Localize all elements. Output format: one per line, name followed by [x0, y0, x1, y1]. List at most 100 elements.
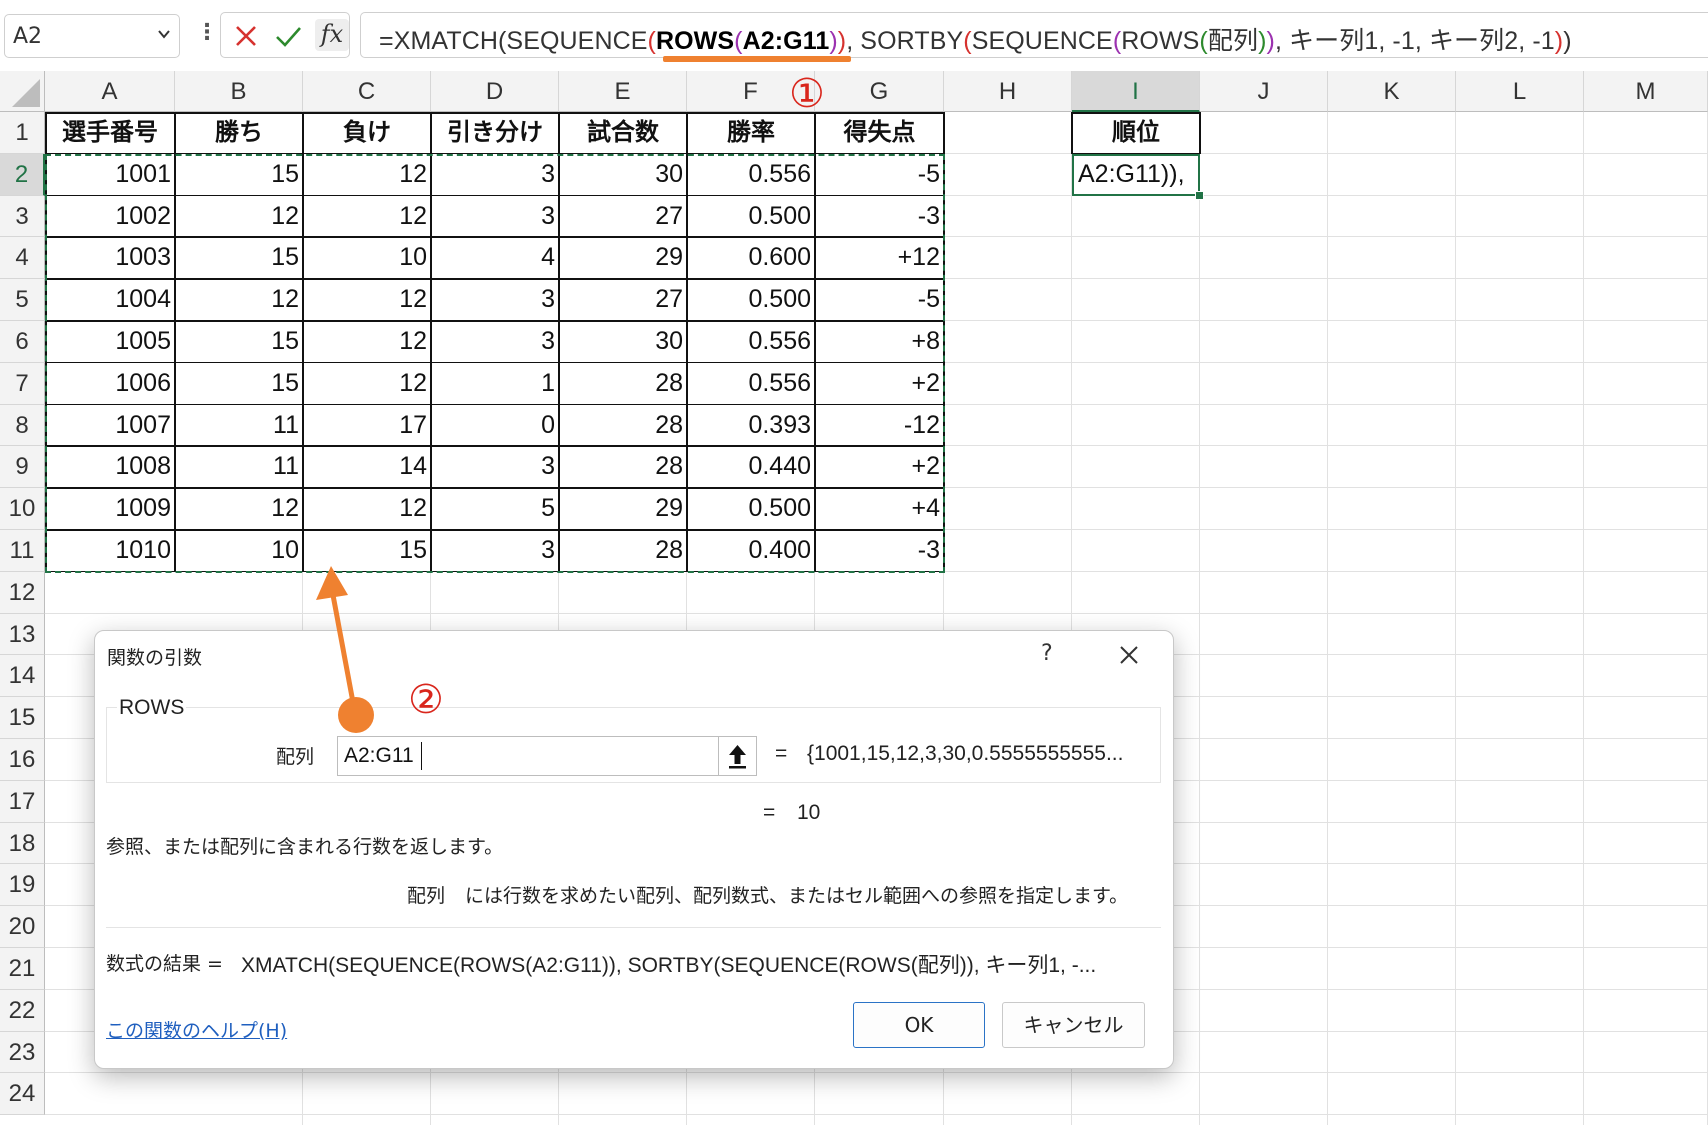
table-cell[interactable]: 28: [559, 405, 687, 447]
table-cell[interactable]: -3: [815, 196, 944, 238]
table-cell[interactable]: 12: [303, 154, 431, 196]
table-cell[interactable]: 1008: [45, 446, 175, 488]
table-cell[interactable]: 0: [431, 405, 559, 447]
rank-header-cell[interactable]: 順位: [1072, 112, 1200, 154]
table-header-cell[interactable]: 得失点: [815, 112, 944, 154]
row-header-24[interactable]: 24: [0, 1073, 45, 1116]
column-header-h[interactable]: H: [944, 71, 1072, 112]
table-cell[interactable]: 0.400: [687, 530, 815, 572]
table-cell[interactable]: 14: [303, 446, 431, 488]
table-cell[interactable]: 3: [431, 154, 559, 196]
table-cell[interactable]: 1001: [45, 154, 175, 196]
table-cell[interactable]: 0.393: [687, 405, 815, 447]
table-cell[interactable]: 0.500: [687, 279, 815, 321]
table-cell[interactable]: 1: [431, 363, 559, 405]
row-header-1[interactable]: 1: [0, 112, 45, 154]
table-cell[interactable]: 0.440: [687, 446, 815, 488]
table-cell[interactable]: 30: [559, 154, 687, 196]
table-header-cell[interactable]: 試合数: [559, 112, 687, 154]
table-cell[interactable]: -3: [815, 530, 944, 572]
column-header-c[interactable]: C: [303, 71, 431, 112]
row-header-22[interactable]: 22: [0, 989, 45, 1032]
row-header-6[interactable]: 6: [0, 321, 45, 363]
table-cell[interactable]: -5: [815, 279, 944, 321]
table-header-cell[interactable]: 勝ち: [175, 112, 303, 154]
enter-check-icon[interactable]: [273, 21, 303, 51]
table-cell[interactable]: 0.600: [687, 237, 815, 279]
table-cell[interactable]: 28: [559, 446, 687, 488]
chevron-down-icon[interactable]: [157, 27, 171, 41]
insert-function-icon[interactable]: fx: [315, 19, 349, 51]
table-cell[interactable]: 27: [559, 196, 687, 238]
table-cell[interactable]: 1010: [45, 530, 175, 572]
table-cell[interactable]: 10: [175, 530, 303, 572]
row-header-2[interactable]: 2: [0, 153, 45, 196]
table-cell[interactable]: 29: [559, 488, 687, 530]
row-header-4[interactable]: 4: [0, 237, 45, 280]
table-cell[interactable]: 3: [431, 279, 559, 321]
table-cell[interactable]: 1009: [45, 488, 175, 530]
row-header-15[interactable]: 15: [0, 697, 45, 739]
table-cell[interactable]: 27: [559, 279, 687, 321]
table-cell[interactable]: 3: [431, 196, 559, 238]
table-cell[interactable]: 3: [431, 321, 559, 363]
table-cell[interactable]: 3: [431, 530, 559, 572]
table-cell[interactable]: 28: [559, 530, 687, 572]
table-cell[interactable]: 0.556: [687, 154, 815, 196]
table-cell[interactable]: 0.556: [687, 321, 815, 363]
table-header-cell[interactable]: 選手番号: [45, 112, 175, 154]
table-cell[interactable]: 1006: [45, 363, 175, 405]
table-cell[interactable]: 12: [175, 196, 303, 238]
table-cell[interactable]: 30: [559, 321, 687, 363]
row-header-14[interactable]: 14: [0, 655, 45, 698]
table-cell[interactable]: 12: [175, 279, 303, 321]
row-header-21[interactable]: 21: [0, 948, 45, 990]
table-cell[interactable]: -12: [815, 405, 944, 447]
table-cell[interactable]: 15: [303, 530, 431, 572]
table-cell[interactable]: +4: [815, 488, 944, 530]
table-cell[interactable]: 0.500: [687, 196, 815, 238]
table-cell[interactable]: 12: [303, 279, 431, 321]
table-cell[interactable]: 1007: [45, 405, 175, 447]
row-header-19[interactable]: 19: [0, 864, 45, 907]
row-header-12[interactable]: 12: [0, 571, 45, 614]
row-header-13[interactable]: 13: [0, 613, 45, 656]
table-cell[interactable]: 4: [431, 237, 559, 279]
table-header-cell[interactable]: 引き分け: [431, 112, 559, 154]
table-cell[interactable]: 12: [303, 488, 431, 530]
table-cell[interactable]: 1003: [45, 237, 175, 279]
column-header-e[interactable]: E: [559, 71, 687, 112]
table-cell[interactable]: -5: [815, 154, 944, 196]
column-header-a[interactable]: A: [45, 71, 175, 112]
column-header-d[interactable]: D: [431, 71, 559, 112]
column-header-l[interactable]: L: [1456, 71, 1584, 112]
table-cell[interactable]: 12: [303, 196, 431, 238]
cancel-icon[interactable]: [231, 21, 261, 51]
more-options-icon[interactable]: ⋮: [196, 18, 218, 48]
table-header-cell[interactable]: 勝率: [687, 112, 815, 154]
close-icon[interactable]: [1115, 641, 1143, 669]
table-cell[interactable]: +2: [815, 446, 944, 488]
row-header-23[interactable]: 23: [0, 1031, 45, 1074]
active-cell[interactable]: A2:G11)),: [1072, 153, 1200, 196]
column-header-i[interactable]: I: [1072, 71, 1200, 112]
table-cell[interactable]: 15: [175, 237, 303, 279]
function-help-link[interactable]: この関数のヘルプ(H): [106, 1016, 287, 1043]
table-header-cell[interactable]: 負け: [303, 112, 431, 154]
help-icon[interactable]: ?: [1041, 641, 1053, 666]
table-cell[interactable]: 3: [431, 446, 559, 488]
row-header-16[interactable]: 16: [0, 739, 45, 781]
table-cell[interactable]: 0.556: [687, 363, 815, 405]
table-cell[interactable]: 10: [303, 237, 431, 279]
column-header-m[interactable]: M: [1584, 71, 1708, 112]
table-cell[interactable]: 29: [559, 237, 687, 279]
table-cell[interactable]: 1004: [45, 279, 175, 321]
column-header-j[interactable]: J: [1200, 71, 1328, 112]
table-cell[interactable]: 28: [559, 363, 687, 405]
table-cell[interactable]: +12: [815, 237, 944, 279]
table-cell[interactable]: 0.500: [687, 488, 815, 530]
row-header-20[interactable]: 20: [0, 906, 45, 948]
table-cell[interactable]: 12: [303, 363, 431, 405]
row-header-5[interactable]: 5: [0, 279, 45, 321]
row-header-10[interactable]: 10: [0, 488, 45, 530]
